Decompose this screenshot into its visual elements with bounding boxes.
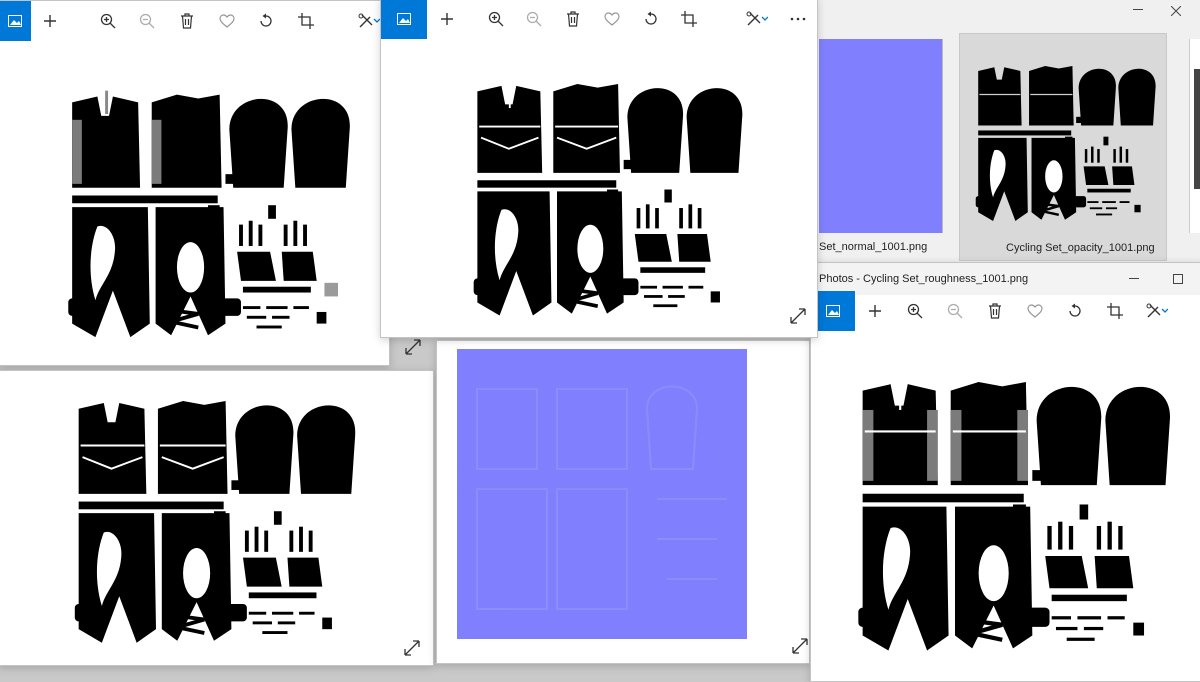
image-icon[interactable] bbox=[381, 0, 428, 39]
favorite-icon[interactable] bbox=[592, 0, 631, 39]
add-icon[interactable] bbox=[855, 291, 895, 331]
zoom-out-icon[interactable] bbox=[515, 0, 554, 39]
thumbnail-normal[interactable]: Set_normal_1001.png bbox=[819, 39, 943, 261]
edit-icon[interactable] bbox=[1135, 291, 1179, 331]
roughness-texture-image: .p1{fill:#595959} .p2{fill:#595959} .s2{… bbox=[851, 367, 1175, 657]
zoom-out-icon[interactable] bbox=[935, 291, 975, 331]
expand-icon[interactable] bbox=[404, 338, 426, 360]
thumbnail-normal-image bbox=[819, 39, 943, 233]
window-title: Photos - Cycling Set_roughness_1001.png bbox=[819, 273, 1029, 285]
favorite-icon[interactable] bbox=[207, 1, 247, 41]
photos-window-normal[interactable] bbox=[436, 340, 810, 664]
basecolor-texture-image: .p1{fill:url(#camo)} .p2{fill:#17213f} .… bbox=[53, 81, 363, 343]
expand-icon[interactable] bbox=[789, 307, 811, 329]
thumbnail-opacity-image: .p1{fill:#f6f6f6} .p2{fill:#f6f6f6} .s2{… bbox=[972, 48, 1158, 238]
delete-icon[interactable] bbox=[975, 291, 1015, 331]
thumbnail-partial[interactable] bbox=[1189, 39, 1200, 233]
add-icon[interactable] bbox=[31, 1, 71, 41]
thumbnail-normal-caption: Set_normal_1001.png bbox=[819, 241, 928, 253]
crop-icon[interactable] bbox=[670, 0, 709, 39]
rotate-icon[interactable] bbox=[631, 0, 670, 39]
opacity-texture-image: .p1{fill:#000} .p2{fill:#000} .s2{stroke… bbox=[467, 71, 747, 321]
toolbar bbox=[381, 0, 817, 39]
image-icon[interactable] bbox=[0, 1, 31, 41]
close-icon[interactable] bbox=[1170, 3, 1185, 17]
opacity-texture-image: .p1{fill:#000} .p2{fill:#000} .s2{stroke… bbox=[69, 387, 359, 649]
photos-window-basecolor[interactable]: .p1{fill:url(#camo)} .p2{fill:#17213f} .… bbox=[0, 0, 390, 366]
zoom-out-icon[interactable] bbox=[128, 1, 168, 41]
delete-icon[interactable] bbox=[167, 1, 207, 41]
add-icon[interactable] bbox=[427, 0, 466, 39]
more-icon[interactable] bbox=[778, 0, 817, 39]
edit-icon[interactable] bbox=[736, 0, 779, 39]
photos-window-opacity-black[interactable]: .p1{fill:#000} .p2{fill:#000} .s2{stroke… bbox=[0, 370, 434, 666]
photos-window-opacity-top[interactable]: .p1{fill:#000} .p2{fill:#000} .s2{stroke… bbox=[380, 0, 818, 338]
zoom-in-icon[interactable] bbox=[895, 291, 935, 331]
favorite-icon[interactable] bbox=[1015, 291, 1055, 331]
toolbar bbox=[0, 1, 389, 41]
crop-icon[interactable] bbox=[286, 1, 326, 41]
normal-texture-image bbox=[457, 349, 747, 639]
minimize-button[interactable] bbox=[1115, 0, 1161, 21]
crop-icon[interactable] bbox=[1095, 291, 1135, 331]
rotate-icon[interactable] bbox=[1055, 291, 1095, 331]
toolbar bbox=[811, 291, 1200, 331]
delete-icon[interactable] bbox=[554, 0, 593, 39]
photos-window-roughness[interactable]: Photos - Cycling Set_roughness_1001.png bbox=[810, 262, 1200, 682]
zoom-in-icon[interactable] bbox=[88, 1, 128, 41]
thumbnail-opacity-caption: Cycling Set_opacity_1001.png bbox=[1006, 242, 1155, 254]
rotate-icon[interactable] bbox=[246, 1, 286, 41]
photos-gallery-window[interactable]: Set_normal_1001.png .p1{fill:#f6f6f6} .p… bbox=[812, 0, 1200, 264]
expand-icon[interactable] bbox=[403, 639, 425, 661]
expand-icon[interactable] bbox=[791, 637, 809, 659]
zoom-in-icon[interactable] bbox=[476, 0, 515, 39]
thumbnail-opacity[interactable]: .p1{fill:#f6f6f6} .p2{fill:#f6f6f6} .s2{… bbox=[959, 33, 1167, 261]
